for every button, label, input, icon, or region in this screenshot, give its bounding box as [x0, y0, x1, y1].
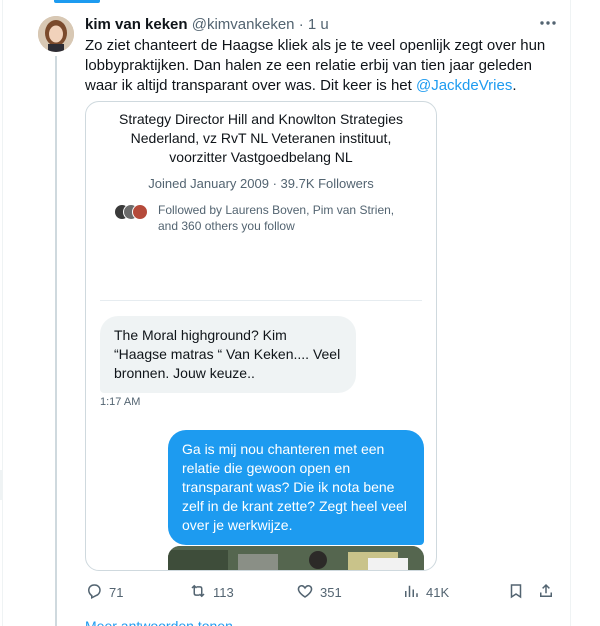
share-button[interactable] [537, 582, 555, 602]
profile-bio: Strategy Director Hill and Knowlton Stra… [118, 111, 404, 165]
tweet-actions: 71 113 351 41K [85, 582, 560, 602]
reply-count: 71 [109, 584, 124, 600]
mention-link[interactable]: @JackdeVries [416, 77, 512, 94]
tweet-header: kim van keken @kimvankeken · 1 u [85, 16, 329, 34]
tweet-body-end: . [512, 77, 517, 94]
views-count: 41K [426, 584, 450, 600]
joined-followers: Joined January 2009 · 39.7K Followers [148, 176, 374, 191]
share-icon [537, 582, 555, 603]
author-handle[interactable]: @kimvankeken [192, 16, 295, 33]
bookmark-icon [507, 582, 525, 603]
like-icon [296, 582, 314, 603]
reply-icon [85, 582, 103, 603]
photo-preview [168, 546, 424, 570]
repost-count: 113 [213, 584, 234, 600]
column-border-left [2, 0, 3, 626]
divider [100, 300, 422, 301]
followers-avatars [114, 204, 150, 220]
message-bubble-incoming: The Moral highground? Kim “Haagse matras… [100, 316, 356, 393]
reply-button[interactable]: 71 [85, 582, 123, 602]
show-more-replies-link[interactable]: Meer antwoorden tonen [85, 618, 233, 626]
author-name[interactable]: kim van keken [85, 16, 188, 33]
tweet-text: Zo ziet chanteert de Haagse kliek als je… [85, 36, 555, 96]
repost-icon [189, 582, 207, 603]
message-time: 1:17 AM [100, 396, 141, 408]
followed-by-text: Followed by Laurens Boven, Pim van Strie… [158, 203, 395, 233]
like-count: 351 [320, 584, 342, 600]
separator-dot: · [298, 16, 304, 33]
mini-avatar [132, 204, 148, 220]
like-button[interactable]: 351 [296, 582, 342, 602]
message-bubble-outgoing: Ga is mij nou chanteren met een relatie … [168, 430, 424, 545]
column-border-right [570, 0, 571, 626]
thread-line [55, 56, 57, 626]
repost-button[interactable]: 113 [189, 582, 234, 602]
media-screenshot[interactable]: Strategy Director Hill and Knowlton Stra… [85, 101, 437, 571]
left-edge-mark [0, 470, 3, 500]
views-icon [402, 582, 420, 603]
more-icon[interactable] [538, 16, 558, 30]
views-button[interactable]: 41K [402, 582, 449, 602]
tab-indicator [54, 0, 100, 3]
tweet-time[interactable]: 1 u [308, 16, 329, 33]
bookmark-button[interactable] [507, 582, 525, 602]
avatar[interactable] [38, 16, 74, 52]
